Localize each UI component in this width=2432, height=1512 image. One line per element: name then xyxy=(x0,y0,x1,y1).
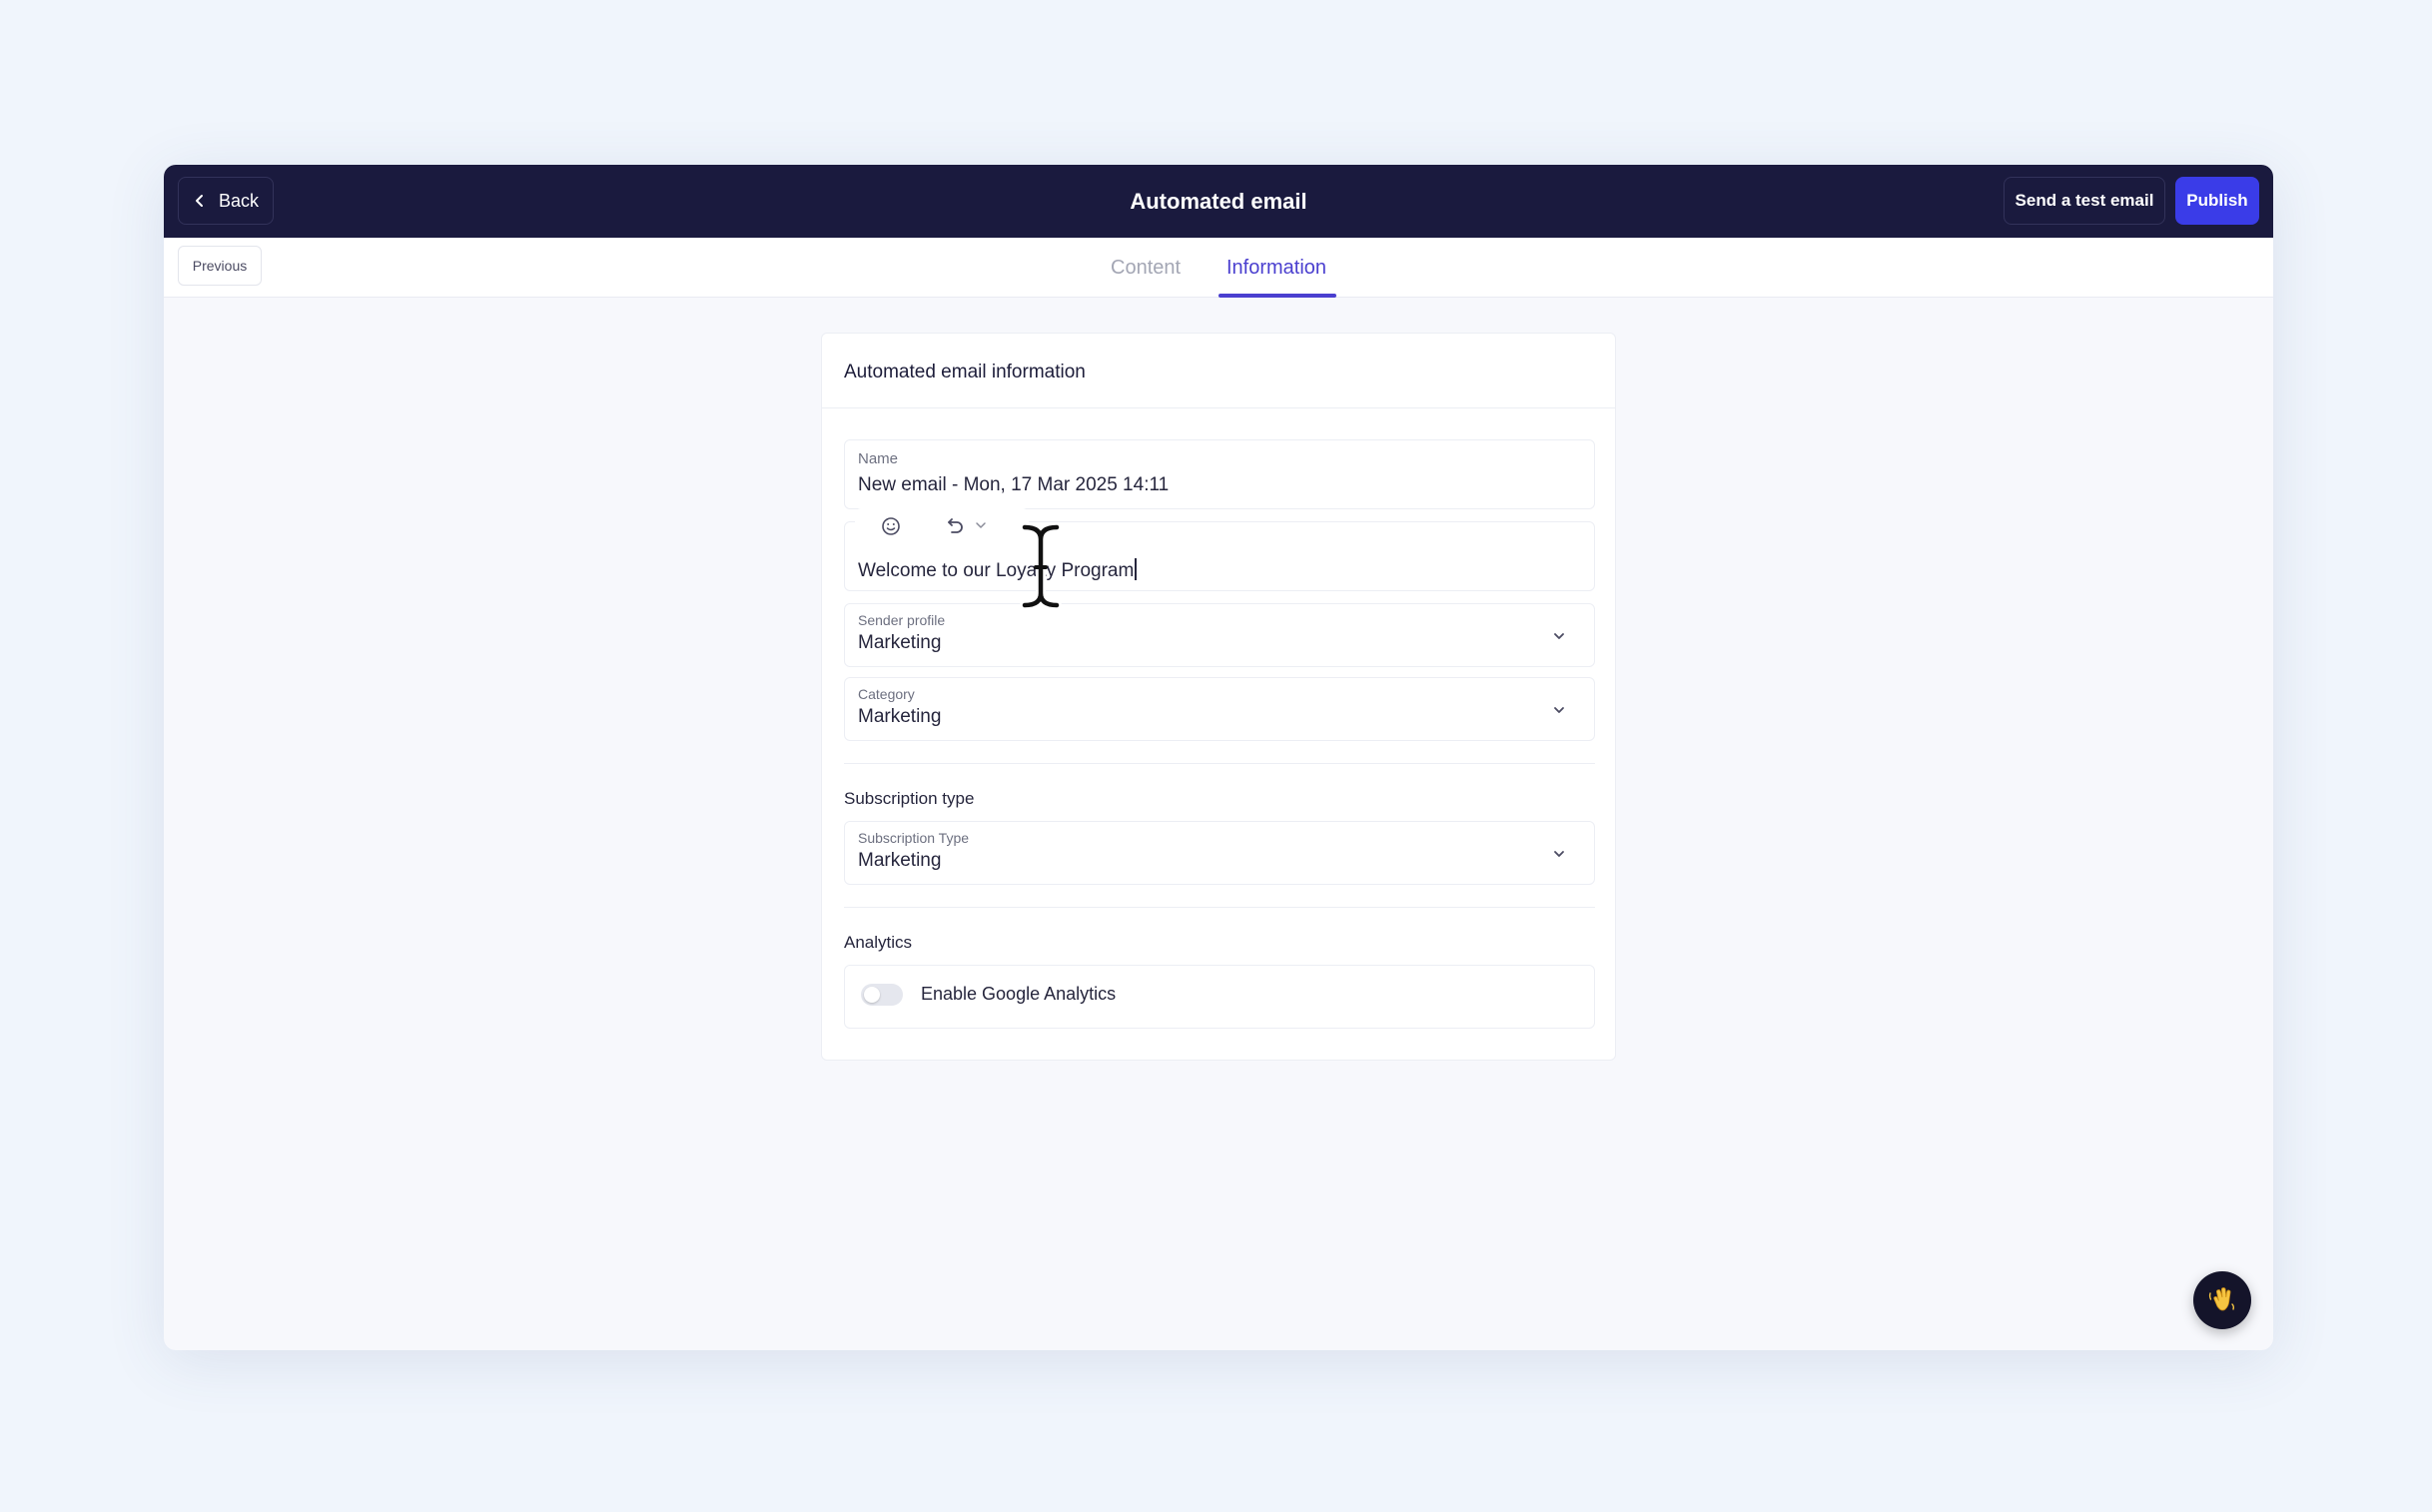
back-button-label: Back xyxy=(218,190,260,211)
chevron-down-icon xyxy=(1554,633,1564,639)
chevron-down-icon[interactable] xyxy=(975,519,987,531)
publish-button[interactable]: Publish xyxy=(2175,177,2259,225)
top-bar: Automated email Back Send a test email P… xyxy=(164,165,2273,238)
name-field[interactable]: Name New email - Mon, 17 Mar 2025 14:11 xyxy=(844,439,1595,509)
sender-profile-select[interactable]: Sender profile Marketing xyxy=(844,603,1595,667)
subscription-type-title: Subscription type xyxy=(844,789,975,808)
text-caret xyxy=(1135,558,1138,580)
name-field-value: New email - Mon, 17 Mar 2025 14:11 xyxy=(858,474,1170,495)
subscription-type-label: Subscription Type xyxy=(858,830,970,846)
category-label: Category xyxy=(858,686,915,702)
card-header-divider xyxy=(822,407,1615,408)
back-button[interactable]: Back xyxy=(178,177,274,225)
subject-field-value: Welcome to our Loyalty Program xyxy=(858,558,1138,582)
section-divider xyxy=(844,907,1595,908)
chevron-left-icon xyxy=(195,195,203,207)
name-field-label: Name xyxy=(858,450,899,467)
tab-content[interactable]: Content xyxy=(1111,238,1181,298)
subscription-type-select[interactable]: Subscription Type Marketing xyxy=(844,821,1595,885)
previous-button[interactable]: Previous xyxy=(178,246,262,286)
tab-bar: Previous Content Information xyxy=(164,238,2273,298)
sender-profile-label: Sender profile xyxy=(858,612,946,628)
page-title: Automated email xyxy=(1130,188,1307,214)
subject-toolbar xyxy=(855,508,1029,544)
subject-text: Welcome to our Loyalty Program xyxy=(858,560,1135,581)
sender-profile-value: Marketing xyxy=(858,632,942,653)
tab-information[interactable]: Information xyxy=(1226,238,1326,298)
chevron-down-icon xyxy=(1554,851,1564,857)
analytics-title: Analytics xyxy=(844,933,913,952)
loop-arrow-icon[interactable] xyxy=(944,516,966,536)
card-title: Automated email information xyxy=(844,362,1086,382)
category-select[interactable]: Category Marketing xyxy=(844,677,1595,741)
active-tab-indicator xyxy=(1218,294,1336,298)
text-cursor-icon xyxy=(1020,522,1062,610)
chevron-down-icon xyxy=(1554,707,1564,713)
subscription-type-value: Marketing xyxy=(858,850,942,871)
editor-window: Automated email Back Send a test email P… xyxy=(164,165,2273,1350)
category-value: Marketing xyxy=(858,706,942,727)
waving-hand-icon xyxy=(2208,1287,2235,1311)
smiley-icon[interactable] xyxy=(881,516,901,536)
google-analytics-row: Enable Google Analytics xyxy=(844,965,1595,1029)
toggle-knob xyxy=(864,987,880,1003)
google-analytics-label: Enable Google Analytics xyxy=(921,984,1117,1004)
send-test-email-button[interactable]: Send a test email xyxy=(2004,177,2165,225)
help-chat-button[interactable] xyxy=(2193,1271,2251,1329)
google-analytics-toggle[interactable] xyxy=(861,984,903,1006)
section-divider xyxy=(844,763,1595,764)
email-information-card: Automated email information Name New ema… xyxy=(821,333,1616,1061)
